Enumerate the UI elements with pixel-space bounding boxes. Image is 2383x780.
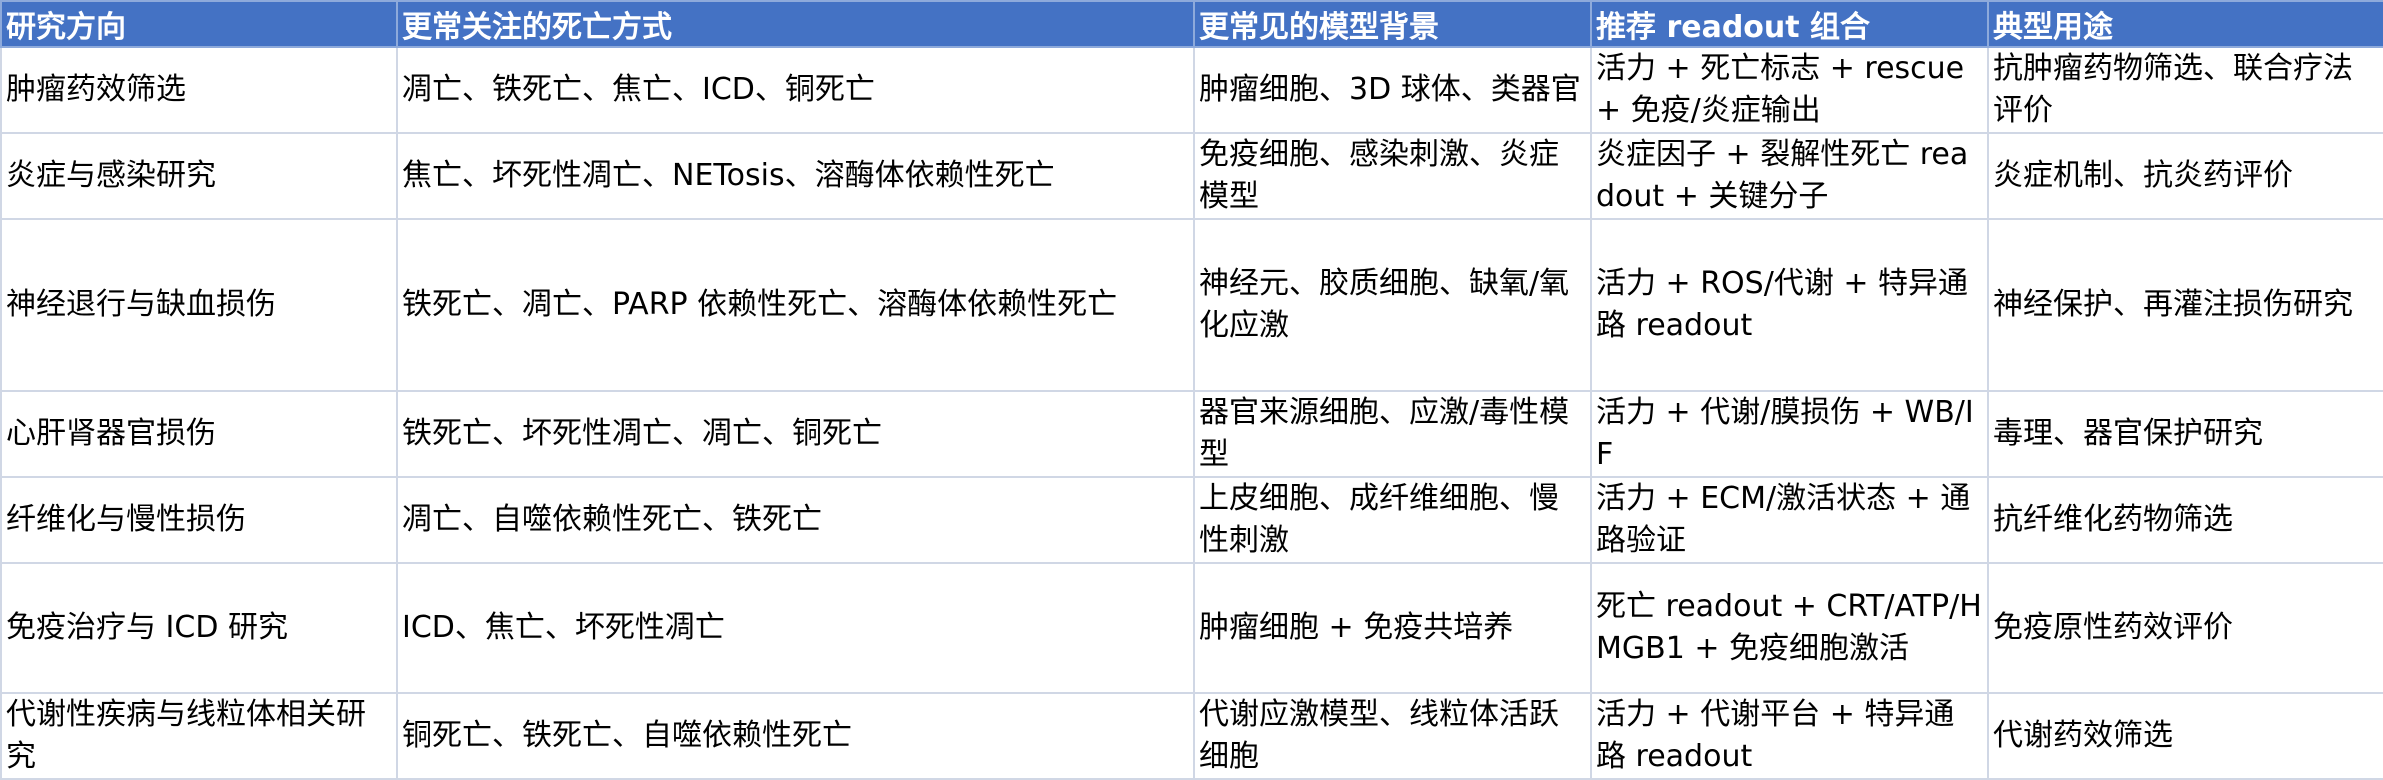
header-row: 研究方向 更常关注的死亡方式 更常见的模型背景 推荐 readout 组合 典型… [0, 0, 2383, 48]
table-cell[interactable]: 心肝肾器官损伤 [0, 390, 398, 478]
table-cell[interactable]: 凋亡、铁死亡、焦亡、ICD、铜死亡 [396, 46, 1195, 134]
table-row: 纤维化与慢性损伤 凋亡、自噬依赖性死亡、铁死亡 上皮细胞、成纤维细胞、慢性刺激 … [0, 476, 2383, 564]
table-cell[interactable]: 活力 + 代谢/膜损伤 + WB/IF [1590, 390, 1989, 478]
column-header-typical-use[interactable]: 典型用途 [1987, 0, 2383, 48]
table-cell[interactable]: 炎症与感染研究 [0, 132, 398, 220]
table-cell[interactable]: 活力 + ECM/激活状态 + 通路验证 [1590, 476, 1989, 564]
table-cell[interactable]: ICD、焦亡、坏死性凋亡 [396, 562, 1195, 694]
table-cell[interactable]: 神经元、胶质细胞、缺氧/氧化应激 [1193, 218, 1592, 392]
table-cell[interactable]: 器官来源细胞、应激/毒性模型 [1193, 390, 1592, 478]
table-cell[interactable]: 铜死亡、铁死亡、自噬依赖性死亡 [396, 692, 1195, 780]
table-cell[interactable]: 铁死亡、凋亡、PARP 依赖性死亡、溶酶体依赖性死亡 [396, 218, 1195, 392]
table-cell[interactable]: 炎症机制、抗炎药评价 [1987, 132, 2383, 220]
table-cell[interactable]: 凋亡、自噬依赖性死亡、铁死亡 [396, 476, 1195, 564]
table-cell[interactable]: 抗纤维化药物筛选 [1987, 476, 2383, 564]
table-cell[interactable]: 毒理、器官保护研究 [1987, 390, 2383, 478]
table-cell[interactable]: 免疫原性药效评价 [1987, 562, 2383, 694]
table-cell[interactable]: 抗肿瘤药物筛选、联合疗法评价 [1987, 46, 2383, 134]
table-cell[interactable]: 炎症因子 + 裂解性死亡 readout + 关键分子 [1590, 132, 1989, 220]
table-cell[interactable]: 肿瘤细胞、3D 球体、类器官 [1193, 46, 1592, 134]
table-cell[interactable]: 活力 + ROS/代谢 + 特异通路 readout [1590, 218, 1989, 392]
table-cell[interactable]: 代谢药效筛选 [1987, 692, 2383, 780]
table-cell[interactable]: 死亡 readout + CRT/ATP/HMGB1 + 免疫细胞激活 [1590, 562, 1989, 694]
column-header-research-direction[interactable]: 研究方向 [0, 0, 398, 48]
table-row: 神经退行与缺血损伤 铁死亡、凋亡、PARP 依赖性死亡、溶酶体依赖性死亡 神经元… [0, 218, 2383, 392]
column-header-model-background[interactable]: 更常见的模型背景 [1193, 0, 1592, 48]
table-cell[interactable]: 活力 + 代谢平台 + 特异通路 readout [1590, 692, 1989, 780]
table-cell[interactable]: 免疫治疗与 ICD 研究 [0, 562, 398, 694]
data-table: 研究方向 更常关注的死亡方式 更常见的模型背景 推荐 readout 组合 典型… [0, 0, 2383, 780]
column-header-death-modes[interactable]: 更常关注的死亡方式 [396, 0, 1195, 48]
table-cell[interactable]: 代谢性疾病与线粒体相关研究 [0, 692, 398, 780]
table-cell[interactable]: 活力 + 死亡标志 + rescue + 免疫/炎症输出 [1590, 46, 1989, 134]
spreadsheet: 研究方向 更常关注的死亡方式 更常见的模型背景 推荐 readout 组合 典型… [0, 0, 2383, 780]
table-cell[interactable]: 神经保护、再灌注损伤研究 [1987, 218, 2383, 392]
table-cell[interactable]: 上皮细胞、成纤维细胞、慢性刺激 [1193, 476, 1592, 564]
table-cell[interactable]: 铁死亡、坏死性凋亡、凋亡、铜死亡 [396, 390, 1195, 478]
table-cell[interactable]: 免疫细胞、感染刺激、炎症模型 [1193, 132, 1592, 220]
table-row: 肿瘤药效筛选 凋亡、铁死亡、焦亡、ICD、铜死亡 肿瘤细胞、3D 球体、类器官 … [0, 46, 2383, 134]
table-row: 心肝肾器官损伤 铁死亡、坏死性凋亡、凋亡、铜死亡 器官来源细胞、应激/毒性模型 … [0, 390, 2383, 478]
table-row: 免疫治疗与 ICD 研究 ICD、焦亡、坏死性凋亡 肿瘤细胞 + 免疫共培养 死… [0, 562, 2383, 694]
table-cell[interactable]: 肿瘤药效筛选 [0, 46, 398, 134]
table-row: 炎症与感染研究 焦亡、坏死性凋亡、NETosis、溶酶体依赖性死亡 免疫细胞、感… [0, 132, 2383, 220]
table-cell[interactable]: 神经退行与缺血损伤 [0, 218, 398, 392]
column-header-readout[interactable]: 推荐 readout 组合 [1590, 0, 1989, 48]
table-cell[interactable]: 代谢应激模型、线粒体活跃细胞 [1193, 692, 1592, 780]
table-cell[interactable]: 纤维化与慢性损伤 [0, 476, 398, 564]
table-cell[interactable]: 焦亡、坏死性凋亡、NETosis、溶酶体依赖性死亡 [396, 132, 1195, 220]
table-cell[interactable]: 肿瘤细胞 + 免疫共培养 [1193, 562, 1592, 694]
table-row: 代谢性疾病与线粒体相关研究 铜死亡、铁死亡、自噬依赖性死亡 代谢应激模型、线粒体… [0, 692, 2383, 780]
